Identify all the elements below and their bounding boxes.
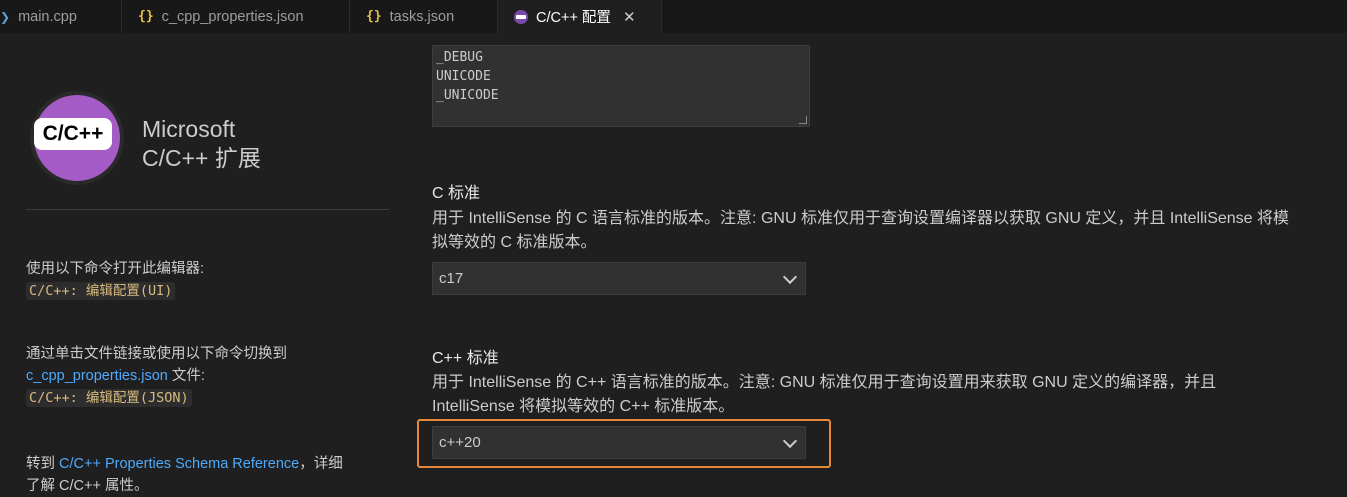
cpp-standard-description: 用于 IntelliSense 的 C++ 语言标准的版本。注意: GNU 标准… xyxy=(432,371,1347,419)
open-editor-command: C/C++: 编辑配置(UI) xyxy=(26,282,176,300)
define-value: UNICODE xyxy=(436,69,491,84)
chevron-down-icon xyxy=(782,433,798,448)
cpp-extension-icon xyxy=(514,9,528,24)
goto-suffix: ，详细 xyxy=(299,456,343,472)
define-value: _UNICODE xyxy=(436,88,499,103)
json-braces-icon: {} xyxy=(366,9,382,24)
tab-label: main.cpp xyxy=(18,8,77,25)
extension-title-line2: C/C++ 扩展 xyxy=(142,145,261,171)
c-cpp-properties-link[interactable]: c_cpp_properties.json xyxy=(26,368,168,384)
c-standard-value: c17 xyxy=(439,270,464,287)
cpp-logo-icon: C/C++ xyxy=(30,91,124,185)
tab-main-cpp[interactable]: ❯ main.cpp xyxy=(0,0,122,33)
cpp-file-icon: ❯ xyxy=(0,9,11,24)
cpp-standard-value: c++20 xyxy=(439,434,481,451)
tab-label: c_cpp_properties.json xyxy=(161,8,304,25)
divider xyxy=(26,209,389,210)
extension-title-line1: Microsoft xyxy=(142,116,236,142)
define-value: _DEBUG xyxy=(436,50,483,65)
goto-line2: 了解 C/C++ 属性。 xyxy=(26,478,149,494)
chevron-down-icon xyxy=(782,269,798,284)
goto-prefix: 转到 xyxy=(26,456,60,472)
close-icon[interactable]: ✕ xyxy=(623,8,636,26)
cpp-standard-description-line1: 用于 IntelliSense 的 C++ 语言标准的版本。注意: GNU 标准… xyxy=(432,374,1217,391)
cpp-standard-description-line2: IntelliSense 将模拟等效的 C++ 标准版本。 xyxy=(432,398,735,415)
sidebar: C/C++ Microsoft C/C++ 扩展 使用以下命令打开此编辑器: C… xyxy=(0,33,400,494)
defines-textarea[interactable]: _DEBUG UNICODE _UNICODE xyxy=(432,45,810,127)
tab-cpp-config[interactable]: C/C++ 配置 ✕ xyxy=(498,0,662,33)
switch-text: 通过单击文件链接或使用以下命令切换到 xyxy=(26,346,287,362)
tab-c-cpp-properties-json[interactable]: {} c_cpp_properties.json xyxy=(122,0,350,33)
cpp-standard-title: C++ 标准 xyxy=(432,350,499,367)
tab-tasks-json[interactable]: {} tasks.json xyxy=(350,0,498,33)
resize-grip-icon[interactable] xyxy=(799,116,807,124)
schema-reference-link[interactable]: C/C++ Properties Schema Reference xyxy=(59,456,299,472)
open-editor-note: 使用以下命令打开此编辑器: C/C++: 编辑配置(UI) xyxy=(26,258,386,302)
switch-json-note: 通过单击文件链接或使用以下命令切换到 c_cpp_properties.json… xyxy=(26,343,386,409)
settings-panel: _DEBUG UNICODE _UNICODE C 标准 用于 IntelliS… xyxy=(400,33,1347,489)
tab-label: tasks.json xyxy=(389,8,455,25)
switch-suffix: 文件: xyxy=(167,368,205,384)
c-standard-select[interactable]: c17 xyxy=(432,262,806,295)
cpp-standard-select[interactable]: c++20 xyxy=(432,426,806,459)
open-editor-text: 使用以下命令打开此编辑器: xyxy=(26,261,205,277)
json-braces-icon: {} xyxy=(138,9,154,24)
schema-reference-note: 转到 C/C++ Properties Schema Reference，详细 … xyxy=(26,453,386,497)
tab-label: C/C++ 配置 xyxy=(536,10,611,26)
extension-title: Microsoft C/C++ 扩展 xyxy=(142,115,261,173)
logo-text: C/C++ xyxy=(34,118,112,150)
c-standard-title: C 标准 xyxy=(432,185,481,202)
c-standard-description-line2: 拟等效的 C 标准版本。 xyxy=(432,234,597,251)
editor-tab-bar: ❯ main.cpp {} c_cpp_properties.json {} t… xyxy=(0,0,1347,33)
c-standard-description-line1: 用于 IntelliSense 的 C 语言标准的版本。注意: GNU 标准仅用… xyxy=(432,210,1290,227)
c-standard-description: 用于 IntelliSense 的 C 语言标准的版本。注意: GNU 标准仅用… xyxy=(432,207,1347,255)
switch-json-command: C/C++: 编辑配置(JSON) xyxy=(26,389,192,407)
